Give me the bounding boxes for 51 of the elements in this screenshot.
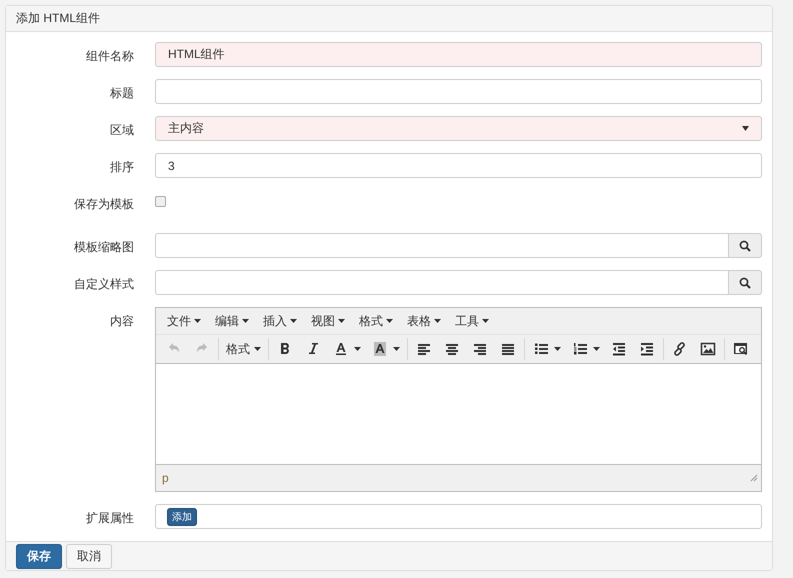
outdent-icon [610,340,628,358]
field-label: 标题 [109,85,134,102]
cancel-button[interactable]: 取消 [66,544,112,569]
search-icon [739,240,751,252]
search-icon [739,276,751,289]
panel-title: 添加 HTML组件 [16,10,100,28]
caret-icon [194,319,201,324]
caret-icon [482,319,489,324]
caret-icon [434,319,441,324]
checkbox[interactable] [155,196,166,208]
field-label: 模板缩略图 [73,239,134,256]
caret-icon [254,347,261,352]
menu-item[interactable]: 表格 [400,312,448,330]
caret-icon [554,347,561,352]
save-button[interactable]: 保存 [16,544,62,569]
search-button[interactable] [729,270,762,296]
menu-item[interactable]: 视图 [304,312,352,330]
field-label: 扩展属性 [85,510,134,528]
highlight-color-icon [371,340,389,358]
image-icon [699,340,717,358]
text-field[interactable] [155,270,729,296]
indent-icon [638,340,656,358]
text-field[interactable]: HTML组件 [155,42,762,68]
resize-handle-icon[interactable] [750,474,758,482]
menu-item[interactable]: 格式 [352,312,400,330]
format-dropdown[interactable]: 格式 [221,339,266,360]
add-button[interactable]: 添加 [167,508,197,526]
field-label: 组件名称 [85,48,134,66]
caret-icon [593,347,600,352]
caret-icon [290,319,297,324]
menu-item[interactable]: 文件 [160,312,208,330]
element-path: p [162,471,169,486]
field-label: 保存为模板 [73,196,134,214]
select-field[interactable]: 主内容 [155,116,762,142]
field-label: 内容 [109,313,134,330]
caret-icon [386,319,393,324]
caret-icon [354,347,361,352]
menu-item[interactable]: 编辑 [208,312,256,330]
search-button[interactable] [729,233,762,258]
caret-icon [242,319,249,324]
text-field[interactable]: 3 [155,153,762,178]
field-label: 排序 [109,159,134,176]
menu-item[interactable]: 工具 [448,312,496,330]
field-label: 自定义样式 [73,276,134,294]
field-label: 区域 [109,122,134,140]
text-field[interactable] [155,233,729,258]
caret-icon [338,319,345,324]
menu-item[interactable]: 插入 [256,312,304,330]
dropdown-icon [742,126,749,132]
text-field[interactable] [155,79,762,104]
caret-icon [393,347,400,352]
